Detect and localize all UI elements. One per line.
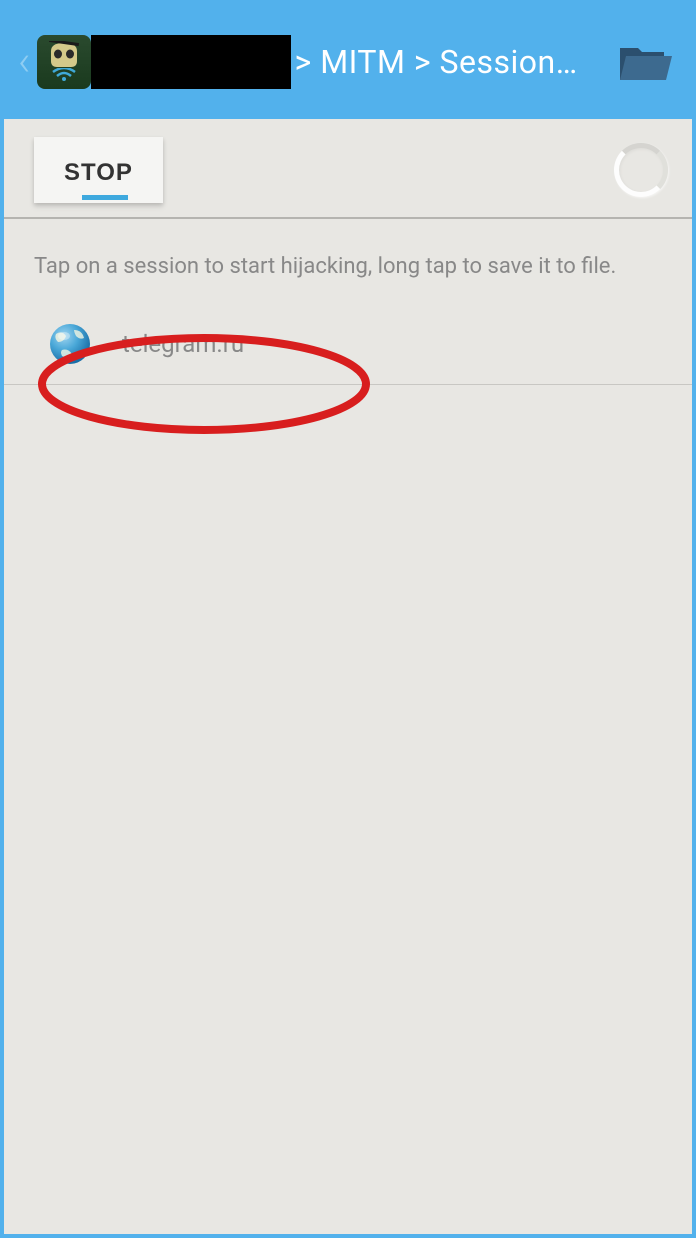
globe-icon — [48, 322, 92, 366]
breadcrumb: > MITM > Session… — [291, 43, 606, 81]
instruction-text: Tap on a session to start hijacking, lon… — [4, 219, 692, 304]
folder-open-icon[interactable] — [618, 40, 674, 84]
redacted-target — [91, 35, 291, 89]
action-row: STOP — [4, 119, 692, 219]
back-chevron-icon[interactable]: ‹ — [18, 41, 31, 83]
app-icon[interactable] — [37, 35, 91, 89]
droid-skull-icon — [47, 41, 81, 71]
session-domain-label: telegram.ru — [122, 330, 244, 358]
session-list-item[interactable]: telegram.ru — [4, 304, 692, 385]
app-header: ‹ > MITM > Session… — [4, 4, 692, 119]
button-accent — [82, 195, 128, 200]
stop-button[interactable]: STOP — [34, 137, 163, 203]
loading-spinner-icon — [614, 143, 668, 197]
wifi-icon — [52, 68, 76, 85]
stop-button-label: STOP — [64, 159, 133, 186]
content-area: STOP Tap on a session to start hijacking… — [4, 119, 692, 385]
